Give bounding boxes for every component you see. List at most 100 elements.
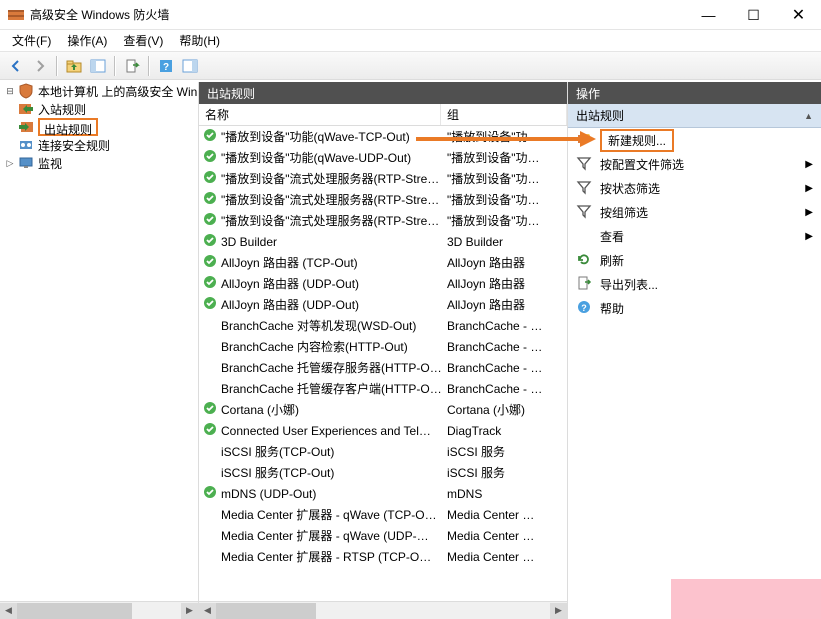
forward-button[interactable] — [29, 55, 51, 77]
rule-row[interactable]: Media Center 扩展器 - qWave (TCP-O…Media Ce… — [199, 504, 567, 525]
tree-item-inbound[interactable]: 入站规则 — [0, 100, 198, 118]
menu-help[interactable]: 帮助(H) — [171, 31, 228, 51]
rule-row[interactable]: BranchCache 对等机发现(WSD-Out)BranchCache - … — [199, 315, 567, 336]
filter-icon — [576, 203, 592, 222]
scroll-right-button[interactable]: ▶ — [181, 603, 198, 619]
action-item[interactable]: 按状态筛选▶ — [568, 176, 821, 200]
help-button[interactable]: ? — [155, 55, 177, 77]
close-button[interactable]: ✕ — [776, 0, 821, 30]
rule-row[interactable]: Media Center 扩展器 - RTSP (TCP-O…Media Cen… — [199, 546, 567, 567]
rule-row[interactable]: BranchCache 内容检索(HTTP-Out)BranchCache - … — [199, 336, 567, 357]
rule-group-cell: BranchCache - … — [441, 340, 567, 354]
rule-row[interactable]: "播放到设备"功能(qWave-UDP-Out)"播放到设备"功… — [199, 147, 567, 168]
minimize-button[interactable]: — — [686, 0, 731, 30]
tree-scrollbar[interactable]: ◀ ▶ — [0, 601, 198, 619]
rule-row[interactable]: "播放到设备"流式处理服务器(RTP-Stre…"播放到设备"功… — [199, 189, 567, 210]
rule-row[interactable]: "播放到设备"流式处理服务器(RTP-Stre…"播放到设备"功… — [199, 168, 567, 189]
rules-pane: 出站规则 名称 组 "播放到设备"功能(qWave-TCP-Out)"播放到设备… — [199, 82, 568, 619]
action-item[interactable]: 按配置文件筛选▶ — [568, 152, 821, 176]
rule-row[interactable]: iSCSI 服务(TCP-Out)iSCSI 服务 — [199, 441, 567, 462]
rule-name-cell: iSCSI 服务(TCP-Out) — [199, 464, 441, 481]
column-headers: 名称 组 — [199, 104, 567, 126]
show-hide-tree-button[interactable] — [87, 55, 109, 77]
rule-row[interactable]: iSCSI 服务(TCP-Out)iSCSI 服务 — [199, 462, 567, 483]
rule-name-cell: Media Center 扩展器 - qWave (TCP-O… — [199, 506, 441, 523]
export-button[interactable] — [121, 55, 143, 77]
action-item[interactable]: 按组筛选▶ — [568, 200, 821, 224]
scroll-thumb[interactable] — [17, 603, 132, 619]
rule-row[interactable]: Connected User Experiences and Tel…DiagT… — [199, 420, 567, 441]
toolbar-separator — [148, 56, 150, 76]
rule-name: AllJoyn 路由器 (UDP-Out) — [221, 275, 359, 292]
menu-action[interactable]: 操作(A) — [59, 31, 115, 51]
scroll-thumb[interactable] — [216, 603, 316, 619]
maximize-button[interactable]: ☐ — [731, 0, 776, 30]
firewall-icon — [8, 7, 24, 23]
rule-row[interactable]: Media Center 扩展器 - qWave (UDP-…Media Cen… — [199, 525, 567, 546]
svg-text:?: ? — [163, 62, 169, 73]
rule-name-cell: AllJoyn 路由器 (UDP-Out) — [199, 275, 441, 292]
column-name[interactable]: 名称 — [199, 104, 441, 125]
connection-security-icon — [18, 137, 34, 153]
rule-group-cell: AllJoyn 路由器 — [441, 296, 567, 313]
action-item[interactable]: 导出列表... — [568, 272, 821, 296]
action-label: 按组筛选 — [600, 204, 648, 221]
tree-item-monitoring[interactable]: ▷ 监视 — [0, 154, 198, 172]
action-item[interactable]: 新建规则... — [568, 128, 821, 152]
rule-group-cell: Media Center … — [441, 550, 567, 564]
rule-row[interactable]: Cortana (小娜)Cortana (小娜) — [199, 399, 567, 420]
action-item[interactable]: 查看▶ — [568, 224, 821, 248]
rule-row[interactable]: AllJoyn 路由器 (UDP-Out)AllJoyn 路由器 — [199, 273, 567, 294]
rule-row[interactable]: "播放到设备"流式处理服务器(RTP-Stre…"播放到设备"功… — [199, 210, 567, 231]
rule-name-cell: Media Center 扩展器 - qWave (UDP-… — [199, 527, 441, 544]
rule-name: BranchCache 对等机发现(WSD-Out) — [221, 317, 416, 334]
menu-file[interactable]: 文件(F) — [4, 31, 59, 51]
rule-row[interactable]: 3D Builder3D Builder — [199, 231, 567, 252]
rules-list[interactable]: "播放到设备"功能(qWave-TCP-Out)"播放到设备"功…"播放到设备"… — [199, 126, 567, 601]
toolbar: ? — [0, 52, 821, 80]
tree-item-connection-security[interactable]: 连接安全规则 — [0, 136, 198, 154]
action-item[interactable]: ?帮助 — [568, 296, 821, 320]
rule-name: Cortana (小娜) — [221, 401, 299, 418]
action-item[interactable]: 刷新 — [568, 248, 821, 272]
rule-group-cell: "播放到设备"功… — [441, 149, 567, 166]
rule-row[interactable]: mDNS (UDP-Out)mDNS — [199, 483, 567, 504]
rule-name: "播放到设备"流式处理服务器(RTP-Stre… — [221, 170, 439, 187]
menu-view[interactable]: 查看(V) — [115, 31, 171, 51]
collapse-icon: ▲ — [804, 111, 813, 121]
rule-name: "播放到设备"流式处理服务器(RTP-Stre… — [221, 212, 439, 229]
rule-row[interactable]: BranchCache 托管缓存服务器(HTTP-O…BranchCache -… — [199, 357, 567, 378]
actions-section-text: 出站规则 — [576, 107, 624, 124]
rule-row[interactable]: BranchCache 托管缓存客户端(HTTP-O…BranchCache -… — [199, 378, 567, 399]
rule-row[interactable]: AllJoyn 路由器 (UDP-Out)AllJoyn 路由器 — [199, 294, 567, 315]
actions-section[interactable]: 出站规则 ▲ — [568, 104, 821, 128]
rules-scrollbar[interactable]: ◀ ▶ — [199, 601, 567, 619]
tree-root[interactable]: ⊟ 本地计算机 上的高级安全 Win — [0, 82, 198, 100]
rule-name: AllJoyn 路由器 (TCP-Out) — [221, 254, 358, 271]
tree-item-outbound[interactable]: 出站规则 — [0, 118, 198, 136]
none-icon — [576, 227, 592, 246]
filter-icon — [576, 179, 592, 198]
tree-item-label: 出站规则 — [38, 118, 98, 136]
help-icon: ? — [576, 299, 592, 318]
rule-name-cell: BranchCache 托管缓存服务器(HTTP-O… — [199, 359, 441, 376]
rule-name-cell: "播放到设备"流式处理服务器(RTP-Stre… — [199, 170, 441, 187]
rule-name-cell: Media Center 扩展器 - RTSP (TCP-O… — [199, 548, 441, 565]
up-button[interactable] — [63, 55, 85, 77]
tree-item-label: 监视 — [38, 155, 62, 172]
expander-icon[interactable]: ⊟ — [2, 86, 18, 97]
rule-row[interactable]: AllJoyn 路由器 (TCP-Out)AllJoyn 路由器 — [199, 252, 567, 273]
scroll-left-button[interactable]: ◀ — [199, 603, 216, 619]
column-group[interactable]: 组 — [441, 104, 567, 125]
enabled-check-icon — [203, 191, 217, 208]
rule-name-cell: AllJoyn 路由器 (TCP-Out) — [199, 254, 441, 271]
submenu-arrow-icon: ▶ — [805, 231, 813, 242]
show-hide-action-button[interactable] — [179, 55, 201, 77]
expander-icon[interactable]: ▷ — [2, 158, 18, 169]
back-button[interactable] — [5, 55, 27, 77]
rule-name-cell: Cortana (小娜) — [199, 401, 441, 418]
rule-group-cell: BranchCache - … — [441, 361, 567, 375]
scroll-right-button[interactable]: ▶ — [550, 603, 567, 619]
scroll-left-button[interactable]: ◀ — [0, 603, 17, 619]
monitoring-icon — [18, 155, 34, 171]
